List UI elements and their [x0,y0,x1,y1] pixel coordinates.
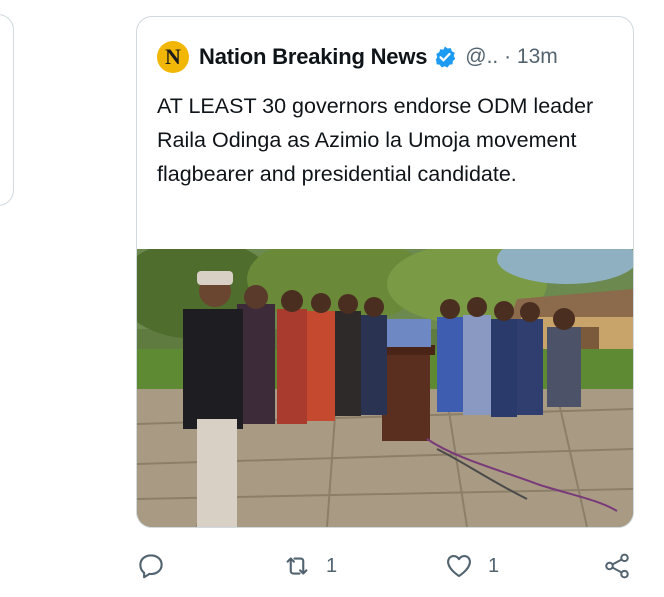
quoted-tweet-header: N Nation Breaking News @.. · 13m [157,39,558,75]
avatar[interactable]: N [157,41,189,73]
like-button[interactable]: 1 [444,546,499,586]
handle-and-time: @.. · 13m [465,45,558,68]
quoted-tweet-card[interactable]: N Nation Breaking News @.. · 13m AT LEAS… [136,16,634,528]
retweet-icon [286,557,308,575]
tweet-photo[interactable] [137,249,633,527]
tweet-actions: 1 1 [0,546,664,586]
retweet-count: 1 [326,554,338,577]
adjacent-card-edge [0,14,14,206]
verified-badge-icon [435,46,456,68]
share-button[interactable] [602,546,632,586]
tweet-text: AT LEAST 30 governors endorse ODM leader… [157,94,594,186]
reply-icon [139,554,163,579]
retweet-button[interactable]: 1 [282,546,337,586]
like-count: 1 [488,554,500,577]
reply-button[interactable] [136,546,166,586]
share-icon [605,553,629,579]
display-name[interactable]: Nation Breaking News [199,44,427,70]
heart-icon [447,554,471,578]
